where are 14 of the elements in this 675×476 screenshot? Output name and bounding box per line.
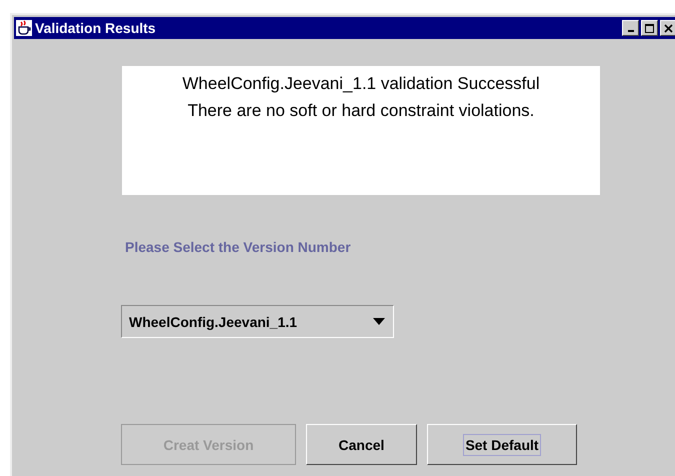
cup-icon	[16, 20, 32, 36]
caret-icon	[373, 318, 385, 325]
dialog-button[interactable]: Cancel	[306, 424, 417, 465]
minimize-button[interactable]	[622, 20, 639, 36]
message-text: WheelConfig.Jeevani_1.1 validation Successful	[181, 73, 541, 95]
version-dropdown[interactable]: WheelConfig.Jeevani_1.1	[121, 305, 394, 338]
version-label: Please Select the Version Number	[125, 239, 352, 255]
maximize-button[interactable]	[641, 20, 658, 36]
window-title: Validation Results	[35, 20, 156, 36]
dialog-button[interactable]: Set Default	[427, 424, 577, 465]
close-button[interactable]	[660, 20, 675, 36]
message-text: There are no soft or hard constraint violations.	[186, 100, 536, 122]
maximize-icon	[645, 24, 654, 32]
close-icon	[664, 24, 673, 32]
